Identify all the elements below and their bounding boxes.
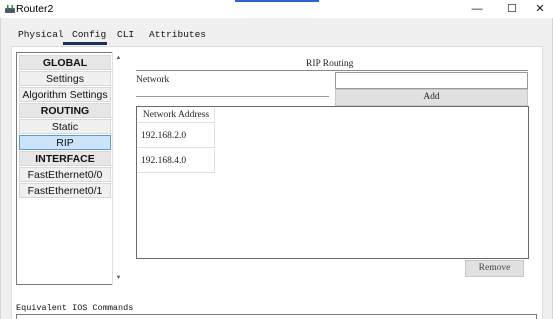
sidebar-item-rip[interactable]: RIP xyxy=(19,135,111,150)
network-input[interactable] xyxy=(335,72,528,89)
tab-cli[interactable]: CLI xyxy=(117,28,134,42)
section-divider xyxy=(136,70,528,71)
sidebar-item-algorithm-settings[interactable]: Algorithm Settings xyxy=(19,87,111,102)
sidebar-item-settings[interactable]: Settings xyxy=(19,71,111,86)
title-accent-bar xyxy=(235,0,319,2)
selected-tab-indicator xyxy=(63,42,107,45)
sidebar-nav: GLOBAL Settings Algorithm Settings ROUTI… xyxy=(16,52,113,285)
router-app-icon xyxy=(5,5,15,13)
sidebar-item-fastethernet0-0[interactable]: FastEthernet0/0 xyxy=(19,167,111,182)
minimize-button[interactable]: — xyxy=(462,0,492,18)
rip-routing-title: RIP Routing xyxy=(306,59,354,69)
sidebar-header-global: GLOBAL xyxy=(19,55,111,70)
sidebar-header-routing: ROUTING xyxy=(19,103,111,118)
sidebar-scrollbar[interactable]: ▲ ▼ xyxy=(112,52,123,285)
ios-commands-textarea[interactable] xyxy=(16,314,537,319)
network-label: Network xyxy=(136,75,170,85)
sidebar-header-interface: INTERFACE xyxy=(19,151,111,166)
sidebar-item-static[interactable]: Static xyxy=(19,119,111,134)
table-row[interactable]: 192.168.4.0 xyxy=(138,149,215,173)
scroll-down-icon[interactable]: ▼ xyxy=(114,274,123,282)
sidebar-item-fastethernet0-1[interactable]: FastEthernet0/1 xyxy=(19,183,111,198)
window-title: Router2 xyxy=(16,3,54,15)
tab-physical[interactable]: Physical xyxy=(18,28,64,42)
network-address-header: Network Address xyxy=(138,108,215,123)
table-row[interactable]: 192.168.2.0 xyxy=(138,124,215,148)
close-button[interactable]: ✕ xyxy=(525,0,553,18)
network-address-table: Network Address 192.168.2.0 192.168.4.0 xyxy=(136,106,529,259)
tab-attributes[interactable]: Attributes xyxy=(149,28,206,42)
scroll-up-icon[interactable]: ▲ xyxy=(114,54,123,62)
add-button[interactable]: Add xyxy=(335,89,528,106)
remove-button[interactable]: Remove xyxy=(465,260,524,277)
maximize-button[interactable]: ☐ xyxy=(497,0,527,18)
network-label-underline xyxy=(136,96,329,97)
title-bar: Router2 — ☐ ✕ xyxy=(0,0,553,18)
equivalent-ios-commands-label: Equivalent IOS Commands xyxy=(16,303,134,313)
tab-config[interactable]: Config xyxy=(72,28,106,42)
